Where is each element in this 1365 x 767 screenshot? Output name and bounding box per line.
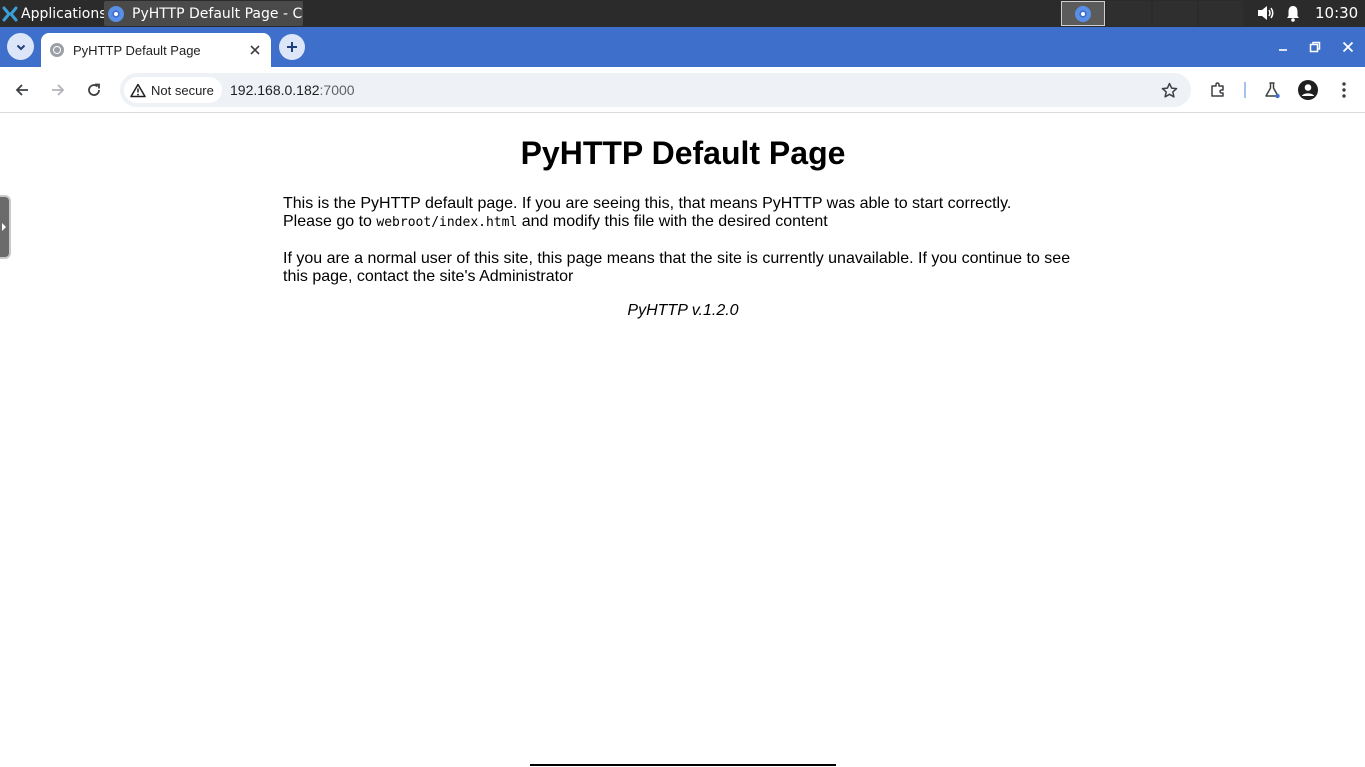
bookmark-button[interactable] [1159,80,1179,100]
workspace-chrome-icon [1075,5,1091,22]
labs-button[interactable] [1260,78,1284,102]
flask-icon [1265,82,1280,99]
menu-button[interactable] [1332,78,1356,102]
page-content: PyHTTP Default Page This is the PyHTTP d… [283,114,1083,320]
desktop-taskbar: Applications ⋮ PyHTTP Default Page - Ch.… [0,0,1365,27]
webroot-path: webroot/index.html [376,215,518,230]
intro-paragraph: This is the PyHTTP default page. If you … [283,195,1083,232]
kebab-menu-icon [1342,82,1346,98]
reload-icon [88,83,100,96]
intro-line-2-suffix: and modify this file with the desired co… [517,213,828,230]
chevron-right-icon [1,223,6,231]
intro-line-2-prefix: Please go to [283,213,377,230]
applications-menu[interactable]: Applications ⋮ [0,0,119,27]
new-tab-button[interactable] [279,34,305,60]
tab-search-button[interactable] [7,33,34,60]
star-icon [1161,82,1177,98]
tab-title: PyHTTP Default Page [73,42,201,58]
applications-label: Applications [21,5,107,22]
forward-button[interactable] [46,78,70,102]
chevron-down-icon [16,44,25,50]
profile-button[interactable] [1296,78,1320,102]
page-title: PyHTTP Default Page [520,135,846,171]
unavailable-paragraph: If you are a normal user of this site, t… [283,250,1071,285]
avatar-icon [1298,80,1318,100]
close-icon [250,45,260,55]
chrome-icon [108,5,124,22]
plus-icon [287,42,297,52]
workspace-2[interactable] [1107,1,1151,26]
arrow-right-icon [52,84,65,96]
url-host: 192.168.0.182 [230,82,320,98]
bottom-divider [530,764,836,766]
tab-close-button[interactable] [247,42,263,58]
xfce-logo-icon [2,6,18,21]
security-indicator[interactable]: Not secure [124,77,222,103]
back-button[interactable] [10,78,34,102]
browser-tab-strip: PyHTTP Default Page [0,27,1365,67]
taskbar-window-label: PyHTTP Default Page - Ch... [132,5,303,22]
restore-button[interactable] [1307,39,1323,55]
url-port: :7000 [319,82,355,98]
close-window-button[interactable] [1340,39,1356,55]
workspace-3[interactable] [1153,1,1197,26]
globe-icon [50,43,64,57]
notification-bell-icon[interactable] [1285,4,1301,22]
version-label: PyHTTP v.1.2.0 [627,302,739,319]
restore-icon [1309,41,1321,53]
minimize-button[interactable] [1275,39,1291,55]
address-bar[interactable]: Not secure 192.168.0.182:7000 [120,73,1191,107]
extensions-button[interactable] [1206,78,1230,102]
volume-icon[interactable] [1256,4,1276,22]
workspace-4[interactable] [1199,1,1243,26]
taskbar-window-chrome[interactable]: PyHTTP Default Page - Ch... [104,1,303,26]
workspace-1[interactable] [1061,1,1105,26]
clock[interactable]: 10:30 [1315,0,1358,27]
arrow-left-icon [15,84,28,96]
browser-toolbar: Not secure 192.168.0.182:7000 [0,67,1365,113]
intro-line-1: This is the PyHTTP default page. If you … [283,195,1012,212]
minimize-icon [1279,49,1287,51]
tab-pyhttp[interactable]: PyHTTP Default Page [41,33,271,67]
security-label: Not secure [151,82,214,98]
puzzle-icon [1211,82,1224,97]
toolbar-divider [1244,82,1246,98]
close-icon [1342,41,1354,53]
side-panel-handle[interactable] [0,195,11,259]
reload-button[interactable] [82,78,106,102]
url-text[interactable]: 192.168.0.182:7000 [230,73,355,107]
warning-icon [130,83,146,97]
